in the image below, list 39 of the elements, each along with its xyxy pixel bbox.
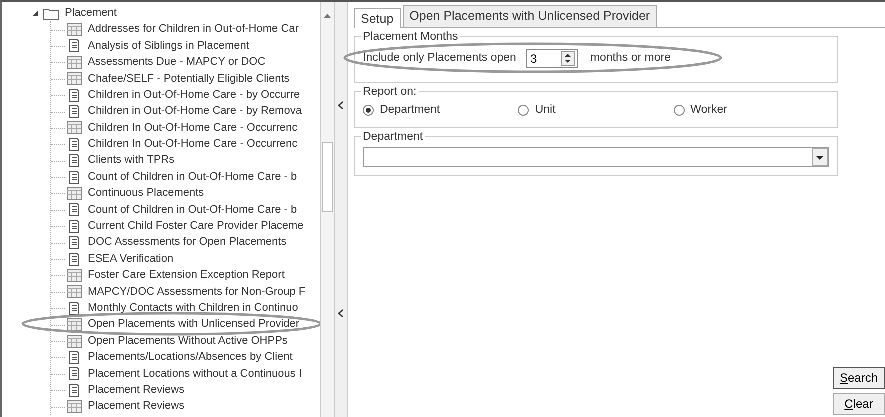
tree-item[interactable]: Assessments Due - MAPCY or DOC <box>88 54 266 71</box>
tree-item[interactable]: Foster Care Extension Exception Report <box>88 267 285 284</box>
tree-item[interactable]: Children In Out-Of-Home Care - Occurrenc <box>88 136 298 153</box>
button[interactable]: Search <box>833 367 885 389</box>
tree-item[interactable]: Children in Out-Of-Home Care - by Occurre <box>88 86 300 104</box>
field-label: Include only Placements open <box>363 50 516 66</box>
tab[interactable]: Setup <box>354 8 401 28</box>
tree-item[interactable]: Continuous Placements <box>88 185 204 202</box>
tree-item[interactable]: DOC Assessments for Open Placements <box>88 234 287 251</box>
tree-item[interactable]: Analysis of Siblings in Placement <box>88 38 250 54</box>
tree-item[interactable]: Children In Out-Of-Home Care - Occurrenc <box>88 120 298 136</box>
tree-item[interactable]: ESEA Verification <box>88 250 174 268</box>
tab[interactable]: Open Placements with Unlicensed Provider <box>402 5 658 27</box>
tree-item[interactable]: Placement Reviews <box>88 382 185 398</box>
tree-item[interactable]: Children in Out-Of-Home Care - by Remova <box>88 103 302 120</box>
radio-option[interactable]: Worker <box>674 102 829 120</box>
scroll-up-icon[interactable] <box>323 12 332 21</box>
folder-icon <box>43 6 59 20</box>
number-spinner[interactable]: 3 <box>526 49 578 68</box>
spin-arrows-icon[interactable] <box>561 51 576 66</box>
radio-option[interactable]: Department <box>363 102 518 120</box>
tree-item[interactable]: Monthly Contacts with Children in Continuo <box>88 300 298 316</box>
tree-item[interactable]: Addresses for Children in Out-of-Home Car <box>88 21 299 38</box>
button[interactable]: Clear <box>833 393 885 415</box>
field-label: months or more <box>590 50 671 66</box>
tree-item[interactable]: MAPCY/DOC Assessments for Non-Group F <box>88 284 306 300</box>
expand-arrow-icon[interactable] <box>32 10 39 17</box>
scrollbar-thumb[interactable] <box>322 142 333 212</box>
tree-item[interactable]: Count of Children in Out-Of-Home Care - b <box>88 202 298 218</box>
tree-item[interactable]: Placements/Locations/Absences by Client <box>88 349 293 366</box>
tree-item[interactable]: Count of Children in Out-Of-Home Care - b <box>88 168 298 186</box>
tree-item[interactable]: Placement Locations without a Continuous I <box>88 366 302 382</box>
radio-option[interactable]: Unit <box>518 102 674 120</box>
tree-item[interactable]: Chafee/SELF - Potentially Eligible Clients <box>88 70 290 88</box>
tree-item[interactable]: Placement Reviews <box>88 398 185 415</box>
tree-item[interactable]: Clients with TPRs <box>88 152 175 169</box>
tree-item[interactable]: Open Placements Without Active OHPPs <box>88 332 288 350</box>
tree-item[interactable]: Current Child Foster Care Provider Placeme <box>88 218 304 235</box>
tree-item[interactable]: Placement <box>65 4 117 22</box>
